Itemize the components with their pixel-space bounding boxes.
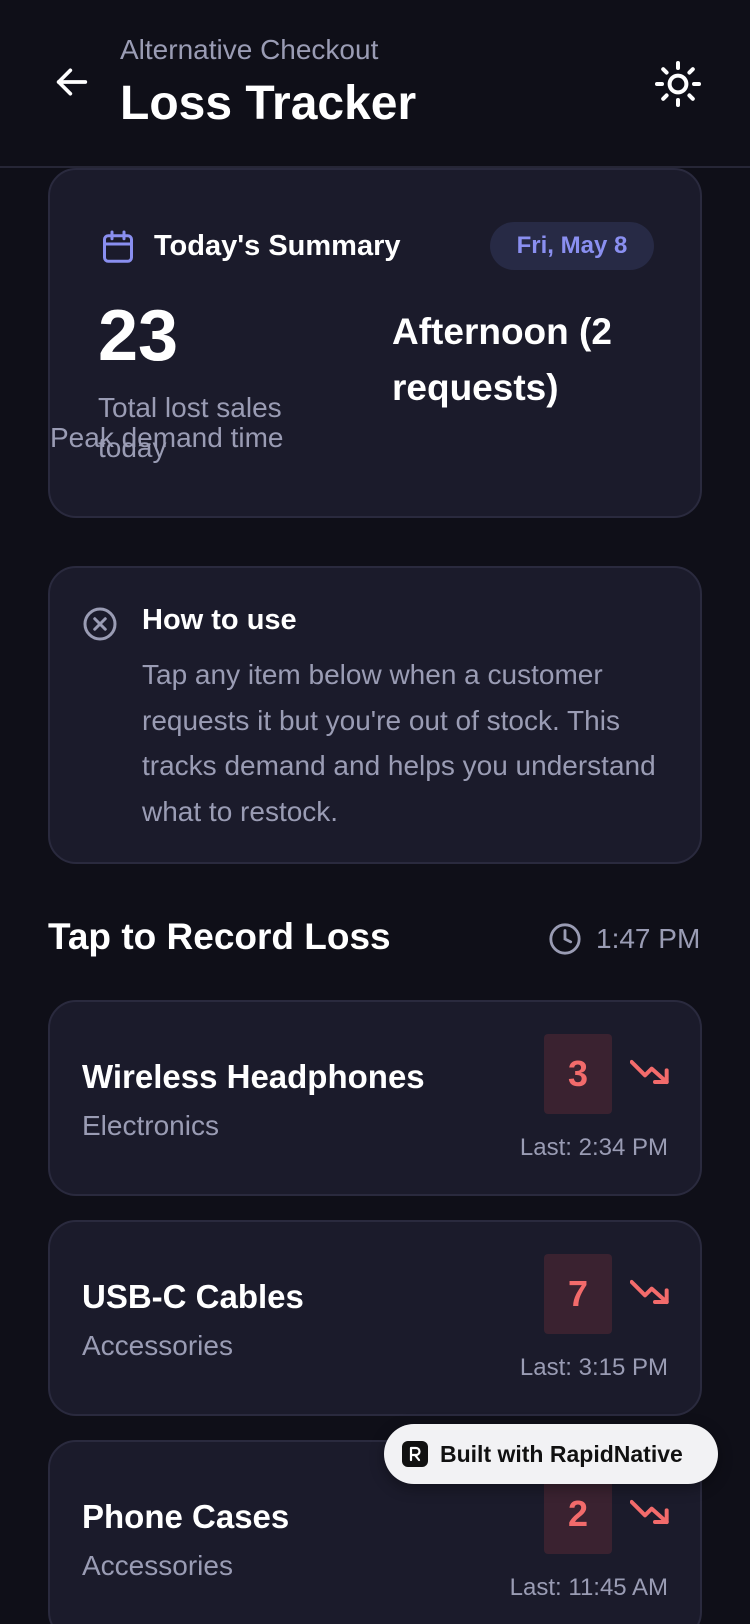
- trending-down-icon: [630, 1500, 669, 1524]
- item-category: Accessories: [82, 1330, 233, 1361]
- header: Alternative Checkout Loss Tracker: [0, 0, 750, 168]
- back-button[interactable]: [48, 58, 96, 106]
- summary-title: Today's Summary: [154, 230, 401, 262]
- close-circle-icon[interactable]: [82, 606, 118, 642]
- peak-demand-value: Afternoon (2 requests): [392, 311, 612, 408]
- item-name: USB-C Cables: [82, 1278, 304, 1315]
- item-category: Electronics: [82, 1110, 219, 1141]
- arrow-left-icon: [56, 68, 88, 96]
- loss-item-card[interactable]: Wireless Headphones Electronics 3 Last: …: [48, 1000, 702, 1196]
- clock-icon: [549, 923, 581, 955]
- built-with-label: Built with RapidNative: [440, 1440, 683, 1467]
- summary-card: Today's Summary Fri, May 8 23 Total lost…: [48, 168, 702, 518]
- loss-count: 2: [544, 1474, 612, 1554]
- trending-down-icon: [630, 1060, 669, 1084]
- app-screen: Alternative Checkout Loss Tracker Today'…: [0, 0, 750, 1624]
- last-recorded-time: Last: 11:45 AM: [509, 1574, 668, 1601]
- header-subtitle: Alternative Checkout: [120, 34, 379, 65]
- last-recorded-time: Last: 2:34 PM: [519, 1134, 668, 1161]
- loss-count: 3: [544, 1034, 612, 1114]
- calendar-icon: [103, 230, 133, 263]
- peak-demand-label: Peak demand time: [50, 422, 284, 453]
- loss-count: 7: [544, 1254, 612, 1334]
- item-name: Phone Cases: [82, 1498, 290, 1535]
- trending-down-icon: [630, 1280, 669, 1304]
- current-time-text: 1:47 PM: [596, 923, 701, 954]
- current-time: 1:47 PM: [548, 922, 700, 956]
- how-to-use-text: Tap any item below when a customer reque…: [142, 659, 656, 827]
- date-badge: Fri, May 8: [490, 222, 654, 270]
- total-lost-count: 23: [98, 296, 179, 376]
- section-title: Tap to Record Loss: [48, 916, 391, 957]
- theme-toggle-button[interactable]: [652, 58, 704, 110]
- how-to-use-title: How to use: [142, 604, 297, 636]
- item-name: Wireless Headphones: [82, 1058, 425, 1095]
- how-to-use-card: How to use Tap any item below when a cus…: [48, 566, 702, 864]
- item-category: Accessories: [82, 1550, 233, 1581]
- built-with-badge[interactable]: Built with RapidNative: [384, 1424, 718, 1484]
- loss-item-card[interactable]: USB-C Cables Accessories 7 Last: 3:15 PM: [48, 1220, 702, 1416]
- page-title: Loss Tracker: [120, 77, 417, 130]
- sun-icon: [655, 61, 701, 107]
- last-recorded-time: Last: 3:15 PM: [519, 1354, 668, 1381]
- rapidnative-logo-icon: [402, 1441, 428, 1467]
